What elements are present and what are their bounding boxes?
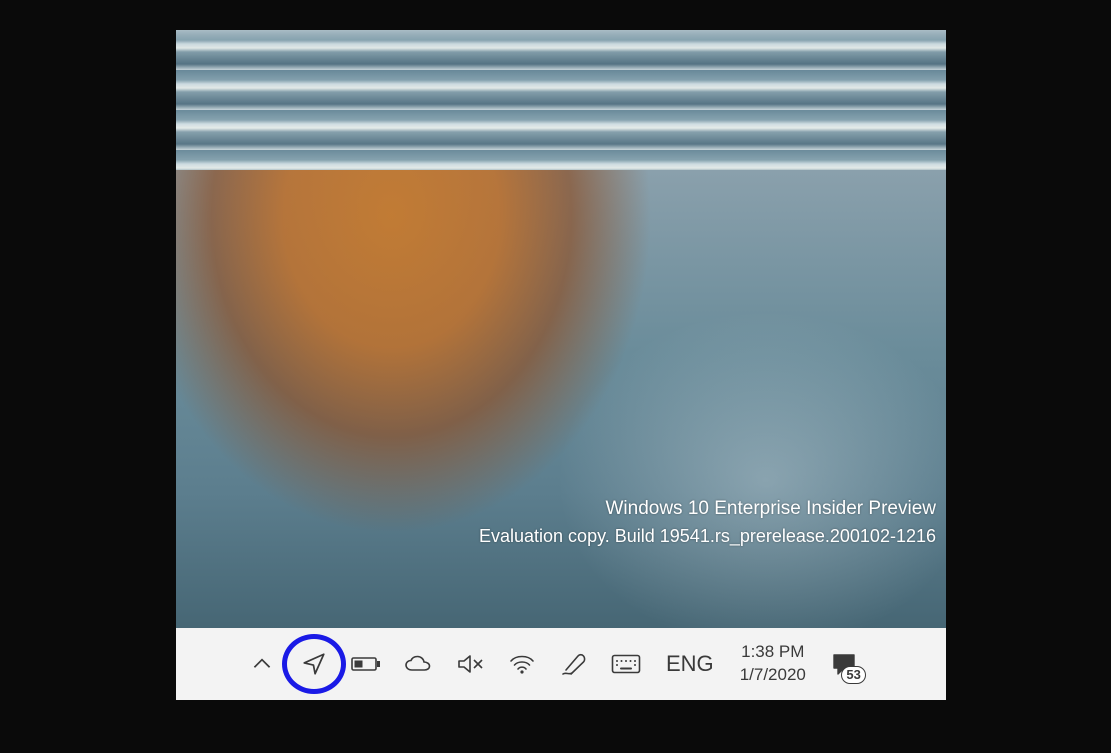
touch-keyboard-tray-button[interactable] [600, 634, 652, 694]
system-tray [236, 634, 652, 694]
network-tray-button[interactable] [496, 634, 548, 694]
taskbar: ENG 1:38 PM 1/7/2020 53 [176, 628, 946, 700]
desktop-wallpaper: Windows 10 Enterprise Insider Preview Ev… [176, 30, 946, 628]
build-watermark: Windows 10 Enterprise Insider Preview Ev… [479, 495, 936, 551]
show-hidden-icons-button[interactable] [236, 634, 288, 694]
battery-tray-button[interactable] [340, 634, 392, 694]
chevron-up-icon [249, 651, 275, 677]
location-tray-button[interactable] [288, 634, 340, 694]
desktop[interactable]: Windows 10 Enterprise Insider Preview Ev… [176, 30, 946, 700]
action-center-button[interactable]: 53 [818, 634, 870, 694]
windows-ink-icon [561, 652, 587, 676]
location-icon [301, 651, 327, 677]
clock-time: 1:38 PM [740, 641, 806, 664]
watermark-build: Evaluation copy. Build 19541.rs_prerelea… [479, 523, 936, 550]
battery-icon [351, 655, 381, 673]
wallpaper-shimmer [556, 310, 946, 628]
volume-muted-icon [456, 652, 484, 676]
notification-badge: 53 [841, 666, 865, 684]
onedrive-icon [404, 655, 432, 673]
clock-button[interactable]: 1:38 PM 1/7/2020 [728, 634, 818, 694]
onedrive-tray-button[interactable] [392, 634, 444, 694]
language-label: ENG [666, 651, 714, 677]
input-language-button[interactable]: ENG [652, 634, 728, 694]
wifi-icon [509, 653, 535, 675]
clock-date: 1/7/2020 [740, 664, 806, 687]
watermark-edition: Windows 10 Enterprise Insider Preview [479, 495, 936, 524]
wallpaper-waves [176, 30, 946, 170]
touch-keyboard-icon [611, 654, 641, 674]
windows-ink-tray-button[interactable] [548, 634, 600, 694]
volume-tray-button[interactable] [444, 634, 496, 694]
